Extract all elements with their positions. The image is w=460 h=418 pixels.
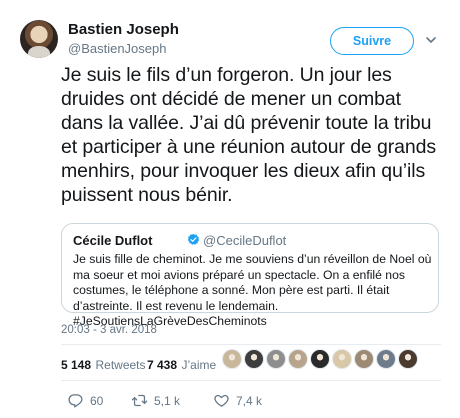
quoted-handle: @CecileDuflot — [203, 233, 287, 248]
quoted-tweet[interactable]: Cécile Duflot @CecileDuflot Je suis fill… — [61, 223, 439, 328]
liker-avatar[interactable] — [354, 349, 374, 369]
liker-avatar[interactable] — [222, 349, 242, 369]
liker-avatar[interactable] — [332, 349, 352, 369]
retweet-label: Retweets — [95, 358, 146, 372]
liker-avatar[interactable] — [266, 349, 286, 369]
retweet-count: 5 148 — [61, 358, 92, 372]
reply-icon — [68, 394, 83, 408]
verified-badge-icon — [187, 233, 200, 245]
author-avatar[interactable] — [20, 20, 58, 58]
liker-avatar[interactable] — [244, 349, 264, 369]
retweet-icon — [131, 394, 148, 407]
reply-button[interactable]: 60 — [67, 392, 103, 409]
liker-avatar[interactable] — [376, 349, 396, 369]
tweet-text: Je suis le fils d’un forgeron. Un jour l… — [61, 64, 437, 206]
quoted-display-name: Cécile Duflot — [73, 233, 153, 248]
quoted-text: Je suis fille de cheminot. Je me souvien… — [73, 252, 432, 329]
author-handle[interactable]: @BastienJoseph — [68, 41, 166, 56]
action-bar: 60 5,1 k 7,4 k — [61, 392, 361, 410]
liker-avatar[interactable] — [310, 349, 330, 369]
likers-avatars — [222, 349, 418, 369]
retweet-button[interactable]: 5,1 k — [131, 392, 180, 409]
like-action-count: 7,4 k — [236, 393, 263, 408]
retweet-stats[interactable]: 5 148 Retweets — [61, 356, 146, 374]
retweet-action-count: 5,1 k — [154, 393, 181, 408]
like-count: 7 438 — [147, 358, 178, 372]
like-stats[interactable]: 7 438 J’aime — [147, 356, 216, 374]
heart-icon — [214, 394, 229, 407]
divider — [61, 344, 441, 345]
like-label: J’aime — [181, 358, 217, 372]
tweet-timestamp[interactable]: 20:03 - 3 avr. 2018 — [61, 324, 157, 336]
liker-avatar[interactable] — [288, 349, 308, 369]
chevron-down-icon[interactable] — [425, 34, 437, 46]
reply-count: 60 — [90, 393, 104, 408]
follow-button[interactable]: Suivre — [330, 27, 414, 55]
author-display-name[interactable]: Bastien Joseph — [68, 21, 179, 38]
like-button[interactable]: 7,4 k — [213, 392, 262, 409]
divider — [61, 380, 441, 381]
liker-avatar[interactable] — [398, 349, 418, 369]
